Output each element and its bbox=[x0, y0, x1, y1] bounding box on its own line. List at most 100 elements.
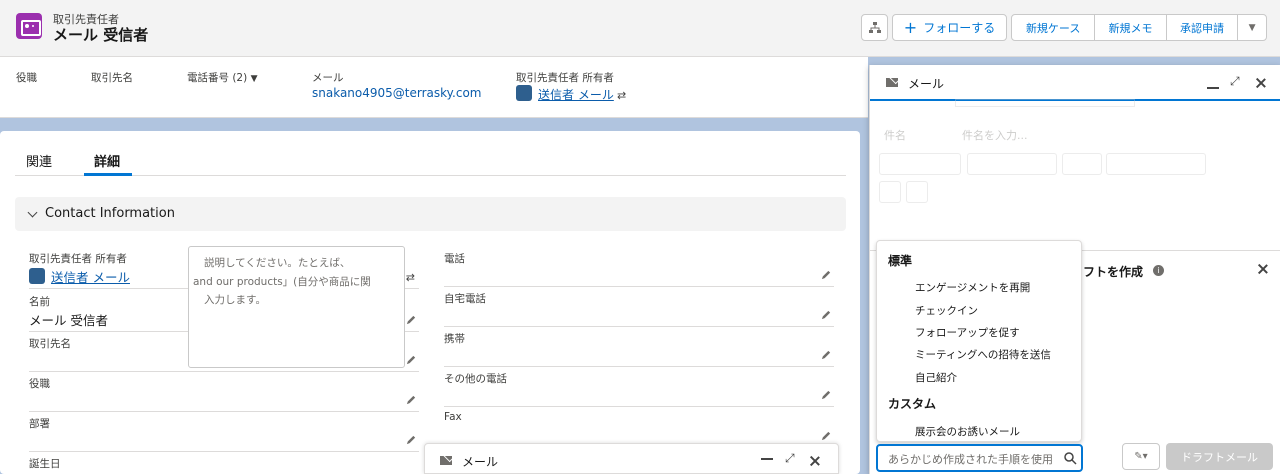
owner-avatar bbox=[516, 85, 532, 101]
edit-pencil-icon[interactable] bbox=[821, 389, 832, 400]
field-label: 取引先責任者 所有者 bbox=[29, 253, 127, 265]
chevron-down-icon: ▼ bbox=[250, 74, 258, 84]
chevron-down-icon bbox=[27, 207, 38, 218]
highlight-phone-label[interactable]: 電話番号 (2) ▼ bbox=[187, 70, 257, 85]
search-icon bbox=[1064, 452, 1077, 465]
follow-button[interactable]: + フォローする bbox=[892, 14, 1007, 41]
search-placeholder: あらかじめ作成された手順を使用 bbox=[888, 453, 1053, 466]
submit-approval-button[interactable]: 承認申請 bbox=[1167, 15, 1239, 40]
clear-button[interactable] bbox=[906, 181, 928, 203]
contact-icon bbox=[16, 13, 42, 39]
draft-text-line: 入力します。 bbox=[204, 294, 266, 306]
edit-pencil-icon[interactable] bbox=[406, 314, 417, 325]
field-label: 取引先名 bbox=[29, 338, 71, 350]
draft-title: フトを作成 bbox=[1083, 265, 1144, 279]
field-label: 電話 bbox=[444, 253, 465, 265]
email-icon bbox=[886, 78, 898, 87]
field-phone: 電話 bbox=[444, 251, 834, 287]
dropdown-group-standard: 標準 bbox=[888, 254, 913, 268]
field-label: 部署 bbox=[29, 418, 50, 430]
highlight-owner-link[interactable]: 送信者 メール bbox=[538, 86, 614, 103]
highlight-title-label: 役職 bbox=[16, 72, 37, 84]
font-selectors[interactable] bbox=[879, 153, 961, 175]
field-label: 名前 bbox=[29, 296, 50, 308]
tab-details[interactable]: 詳細 bbox=[94, 151, 120, 170]
magic-wand-icon: ✎▾ bbox=[1134, 451, 1148, 462]
highlight-email-link[interactable]: snakano4905@terrasky.com bbox=[312, 86, 482, 100]
composer-title: メール bbox=[908, 77, 945, 91]
close-icon[interactable] bbox=[1256, 78, 1266, 88]
detail-card: 関連 詳細 Contact Information 取引先責任者 所有者 送信者… bbox=[0, 131, 860, 474]
section-title: Contact Information bbox=[45, 206, 175, 221]
color-button[interactable] bbox=[1062, 153, 1102, 175]
draft-instructions-textarea[interactable]: 説明してください。たとえば、 and our products」(自分や商品に関… bbox=[188, 246, 405, 368]
email-dock-minimized[interactable]: メール ⤢ bbox=[424, 443, 839, 474]
record-header: 取引先責任者 メール 受信者 + フォローする 新規ケース 新規メモ 承認申請 ▼ bbox=[0, 0, 1280, 57]
minimize-icon[interactable] bbox=[761, 458, 773, 460]
hierarchy-button[interactable] bbox=[861, 14, 888, 41]
edit-pencil-icon[interactable] bbox=[406, 434, 417, 445]
tab-divider bbox=[15, 175, 846, 176]
record-title: メール 受信者 bbox=[53, 26, 149, 44]
field-label: 誕生日 bbox=[29, 458, 61, 470]
new-case-button[interactable]: 新規ケース bbox=[1012, 15, 1096, 40]
edit-pencil-icon[interactable] bbox=[406, 354, 417, 365]
field-department: 部署 bbox=[29, 416, 419, 452]
field-home-phone: 自宅電話 bbox=[444, 291, 834, 327]
field-label: 携帯 bbox=[444, 333, 465, 345]
highlights-panel: 役職 取引先名 電話番号 (2) ▼ メール snakano4905@terra… bbox=[0, 57, 868, 118]
field-fax: Fax bbox=[444, 411, 834, 441]
edit-pencil-icon[interactable] bbox=[406, 394, 417, 405]
close-icon[interactable] bbox=[810, 456, 820, 466]
field-owner-link[interactable]: 送信者 メール bbox=[51, 267, 130, 286]
field-label: 役職 bbox=[29, 378, 50, 390]
new-note-button[interactable]: 新規メモ bbox=[1095, 15, 1167, 40]
plus-icon: + bbox=[903, 17, 918, 37]
change-owner-icon[interactable]: ⇄ bbox=[406, 271, 415, 284]
minimize-icon[interactable] bbox=[1207, 87, 1219, 89]
edit-pencil-icon[interactable] bbox=[821, 430, 832, 441]
email-icon bbox=[440, 456, 452, 465]
to-field bbox=[955, 99, 1135, 107]
close-icon[interactable] bbox=[1258, 264, 1268, 274]
draft-email-button[interactable]: ドラフトメール bbox=[1166, 443, 1273, 470]
owner-avatar bbox=[29, 268, 45, 284]
action-button-group: 新規ケース 新規メモ 承認申請 ▼ bbox=[1011, 14, 1267, 41]
info-icon[interactable]: i bbox=[1153, 265, 1164, 276]
edit-pencil-icon[interactable] bbox=[821, 349, 832, 360]
field-label: Fax bbox=[444, 411, 462, 423]
expand-icon[interactable]: ⤢ bbox=[785, 451, 795, 466]
chevron-down-icon: ▼ bbox=[1248, 22, 1256, 33]
section-header[interactable]: Contact Information bbox=[15, 197, 846, 231]
dropdown-item[interactable]: ミーティングへの招待を送信 bbox=[915, 347, 1051, 362]
edit-pencil-icon[interactable] bbox=[821, 269, 832, 280]
change-owner-icon[interactable]: ⇄ bbox=[617, 89, 626, 102]
draft-text-line: and our products」(自分や商品に関 bbox=[193, 276, 371, 288]
edit-pencil-icon[interactable] bbox=[821, 309, 832, 320]
dropdown-item[interactable]: エンゲージメントを再開 bbox=[915, 280, 1030, 295]
field-birthdate: 誕生日 bbox=[29, 456, 419, 474]
composer-header: メール ⤢ bbox=[870, 65, 1280, 101]
tab-related[interactable]: 関連 bbox=[26, 151, 52, 170]
list-buttons[interactable] bbox=[1106, 153, 1206, 175]
format-buttons[interactable] bbox=[967, 153, 1057, 175]
link-button[interactable] bbox=[879, 181, 901, 203]
field-value: メール 受信者 bbox=[29, 313, 108, 328]
prompt-template-dropdown: 標準 エンゲージメントを再開 チェックイン フォローアップを促す ミーティングへ… bbox=[876, 240, 1082, 442]
active-tab-indicator bbox=[84, 173, 132, 176]
dropdown-item[interactable]: チェックイン bbox=[915, 303, 978, 318]
highlight-account-label: 取引先名 bbox=[91, 72, 133, 84]
dock-title: メール bbox=[462, 455, 499, 469]
subject-input[interactable]: 件名を入力... bbox=[962, 127, 1028, 143]
dropdown-group-custom: カスタム bbox=[888, 397, 937, 411]
draft-text-line: 説明してください。たとえば、 bbox=[204, 257, 351, 269]
expand-icon[interactable]: ⤢ bbox=[1230, 74, 1240, 89]
dropdown-item[interactable]: 自己紹介 bbox=[915, 370, 957, 385]
composer-body-disabled: 件名 件名を入力... bbox=[870, 99, 1280, 249]
prompt-search-input[interactable]: あらかじめ作成された手順を使用 bbox=[876, 444, 1083, 472]
more-actions-button[interactable]: ▼ bbox=[1238, 15, 1266, 40]
field-other-phone: その他の電話 bbox=[444, 371, 834, 407]
magic-wand-button[interactable]: ✎▾ bbox=[1122, 443, 1160, 470]
dropdown-item[interactable]: 展示会のお誘いメール bbox=[915, 424, 1020, 439]
dropdown-item[interactable]: フォローアップを促す bbox=[915, 325, 1020, 340]
